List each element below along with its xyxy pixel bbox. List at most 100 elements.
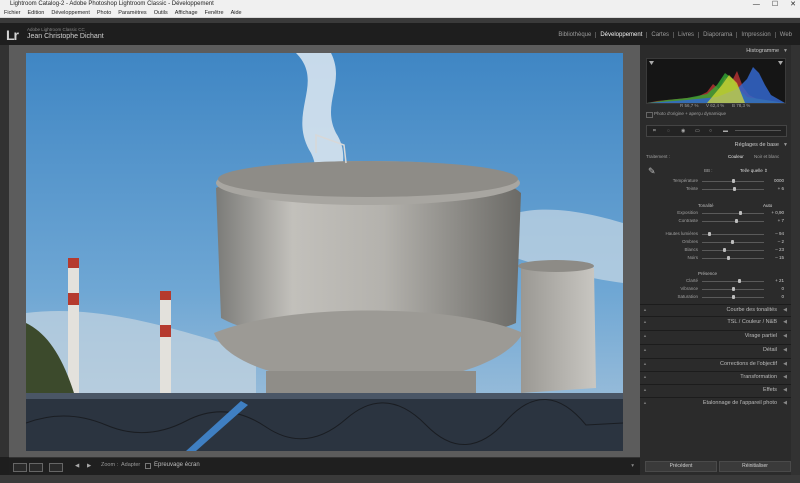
section-split-toning[interactable]: ▲ Virage partiel ◀ bbox=[640, 330, 791, 342]
slider-value[interactable]: + 0,90 bbox=[766, 210, 784, 215]
slider-value[interactable]: – 23 bbox=[766, 247, 784, 252]
slider-track[interactable] bbox=[702, 250, 764, 251]
section-tone-curve-left-icon: ▲ bbox=[643, 307, 647, 312]
reset-button[interactable]: Réinitialiser bbox=[719, 461, 791, 472]
treatment-color[interactable]: Couleur bbox=[728, 154, 744, 159]
softproof-checkbox[interactable] bbox=[145, 463, 151, 469]
tone-label: Tonalité bbox=[698, 203, 714, 208]
slider-knob[interactable] bbox=[732, 179, 735, 183]
section-tone-curve-arrow-icon: ◀ bbox=[783, 307, 787, 313]
brush-icon[interactable]: ▬ bbox=[723, 128, 728, 134]
close-icon[interactable]: ✕ bbox=[790, 0, 796, 9]
menu-edition[interactable]: Edition bbox=[28, 9, 45, 17]
slider-value[interactable]: + 6 bbox=[766, 186, 784, 191]
menu-aide[interactable]: Aide bbox=[231, 9, 242, 17]
slider-knob[interactable] bbox=[735, 219, 738, 223]
maximize-icon[interactable]: ☐ bbox=[772, 0, 778, 9]
histogram-title[interactable]: Histogramme bbox=[746, 48, 779, 54]
left-panel-toggle[interactable] bbox=[0, 45, 9, 457]
next-arrow-icon[interactable]: ▶ bbox=[87, 463, 91, 469]
slider-knob[interactable] bbox=[723, 248, 726, 252]
wb-dropdown[interactable]: Tel/e quelle ⇕ bbox=[740, 168, 768, 174]
filmstrip-toggle-strip[interactable] bbox=[0, 475, 800, 483]
slider-value[interactable]: – 94 bbox=[766, 231, 784, 236]
slider-value[interactable]: + 7 bbox=[766, 218, 784, 223]
presence-label: Présence bbox=[698, 271, 718, 276]
auto-tone-button[interactable]: Auto bbox=[763, 203, 772, 208]
section-effects[interactable]: ▲ Effets ◀ bbox=[640, 384, 791, 396]
menu-photo[interactable]: Photo bbox=[97, 9, 111, 17]
before-after-icon[interactable] bbox=[29, 463, 43, 472]
slider-track[interactable] bbox=[702, 234, 764, 235]
module-bibliotheque[interactable]: Bibliothèque bbox=[554, 32, 597, 38]
slider-track[interactable] bbox=[702, 258, 764, 259]
menu-developpement[interactable]: Développement bbox=[51, 9, 90, 17]
histogram[interactable] bbox=[646, 58, 786, 104]
slider-knob[interactable] bbox=[739, 211, 743, 215]
slider-track[interactable] bbox=[702, 221, 764, 222]
loupe-view-icon[interactable] bbox=[13, 463, 27, 472]
right-panel: Histogramme ▼ R 56,7 % V 62,4 % B 78,3 %… bbox=[640, 45, 791, 475]
slider-value[interactable]: + 21 bbox=[766, 278, 784, 283]
slider-track[interactable] bbox=[702, 281, 764, 282]
red-eye-icon[interactable]: ◉ bbox=[681, 128, 685, 134]
slider-value[interactable]: 0 bbox=[766, 286, 784, 291]
readout-blue: B 78,3 % bbox=[732, 103, 751, 108]
module-diaporama[interactable]: Diaporama bbox=[699, 32, 738, 38]
zoom-fit-label[interactable]: Adapter bbox=[121, 462, 140, 468]
crop-icon[interactable]: ⌗ bbox=[653, 128, 656, 134]
menu-parametres[interactable]: Paramètres bbox=[118, 9, 146, 17]
menu-outils[interactable]: Outils bbox=[154, 9, 168, 17]
section-lens-corrections[interactable]: ▲ Corrections de l'objectif ◀ bbox=[640, 358, 791, 370]
spot-removal-icon[interactable]: ◌ bbox=[667, 128, 670, 134]
slider-label: Hautes lumières bbox=[665, 231, 698, 236]
section-lens-corrections-arrow-icon: ◀ bbox=[783, 361, 787, 367]
original-photo-label: Photo d'origine + aperçu dynamique bbox=[654, 111, 727, 116]
module-web[interactable]: Web bbox=[776, 32, 796, 38]
section-camera-calibration[interactable]: ▲ Etalonnage de l'appareil photo ◀ bbox=[640, 397, 791, 409]
minimize-icon[interactable]: — bbox=[753, 0, 760, 9]
slider-knob[interactable] bbox=[708, 232, 711, 236]
radial-filter-icon[interactable]: ○ bbox=[709, 128, 712, 134]
basic-panel-title[interactable]: Réglages de base bbox=[735, 142, 779, 148]
basic-collapse-icon[interactable]: ▼ bbox=[783, 142, 788, 148]
slider-value[interactable]: 0000 bbox=[766, 178, 784, 183]
menu-affichage[interactable]: Affichage bbox=[175, 9, 198, 17]
slider-label: Saturation bbox=[677, 294, 698, 299]
compare-view-icon[interactable] bbox=[49, 463, 63, 472]
section-transform[interactable]: ▲ Transformation ◀ bbox=[640, 371, 791, 383]
slider-knob[interactable] bbox=[738, 279, 741, 283]
slider-label: Teinte bbox=[685, 186, 698, 191]
white-balance-picker-icon[interactable]: ✎ bbox=[648, 166, 656, 177]
slider-knob[interactable] bbox=[732, 287, 735, 291]
section-tone-curve[interactable]: ▲ Courbe des tonalités ◀ bbox=[640, 304, 791, 316]
slider-value[interactable]: – 2 bbox=[766, 239, 784, 244]
module-livres[interactable]: Livres bbox=[674, 32, 700, 38]
slider-knob[interactable] bbox=[730, 240, 734, 244]
section-effects-left-icon: ▲ bbox=[643, 387, 647, 392]
histogram-collapse-icon[interactable]: ▼ bbox=[783, 48, 788, 54]
module-impression[interactable]: Impression bbox=[737, 32, 776, 38]
toolbar-menu-icon[interactable]: ▾ bbox=[631, 463, 634, 469]
menu-fichier[interactable]: Fichier bbox=[4, 9, 21, 17]
previous-button[interactable]: Précédent bbox=[645, 461, 717, 472]
tool-divider bbox=[735, 130, 781, 131]
slider-value[interactable]: – 15 bbox=[766, 255, 784, 260]
menu-fenetre[interactable]: Fenêtre bbox=[205, 9, 224, 17]
slider-track[interactable] bbox=[702, 213, 764, 214]
slider-value[interactable]: 0 bbox=[766, 294, 784, 299]
slider-knob[interactable] bbox=[732, 295, 735, 299]
previous-arrow-icon[interactable]: ◀ bbox=[75, 463, 79, 469]
photo-preview[interactable] bbox=[26, 53, 623, 451]
treatment-bw[interactable]: Noir et blanc bbox=[754, 154, 779, 159]
graduated-filter-icon[interactable]: ▭ bbox=[695, 128, 700, 134]
module-developpement[interactable]: Développement bbox=[596, 32, 648, 38]
right-panel-toggle[interactable] bbox=[791, 45, 800, 475]
identity-plate: Lr Adobe Lightroom Classic CC Jean Chris… bbox=[0, 23, 800, 45]
slider-knob[interactable] bbox=[733, 187, 737, 191]
slider-knob[interactable] bbox=[727, 256, 731, 260]
module-cartes[interactable]: Cartes bbox=[647, 32, 675, 38]
section-detail[interactable]: ▲ Détail ◀ bbox=[640, 344, 791, 356]
original-photo-checkbox[interactable] bbox=[646, 112, 653, 118]
section-hsl[interactable]: ▲ TSL / Couleur / N&B ◀ bbox=[640, 316, 791, 328]
